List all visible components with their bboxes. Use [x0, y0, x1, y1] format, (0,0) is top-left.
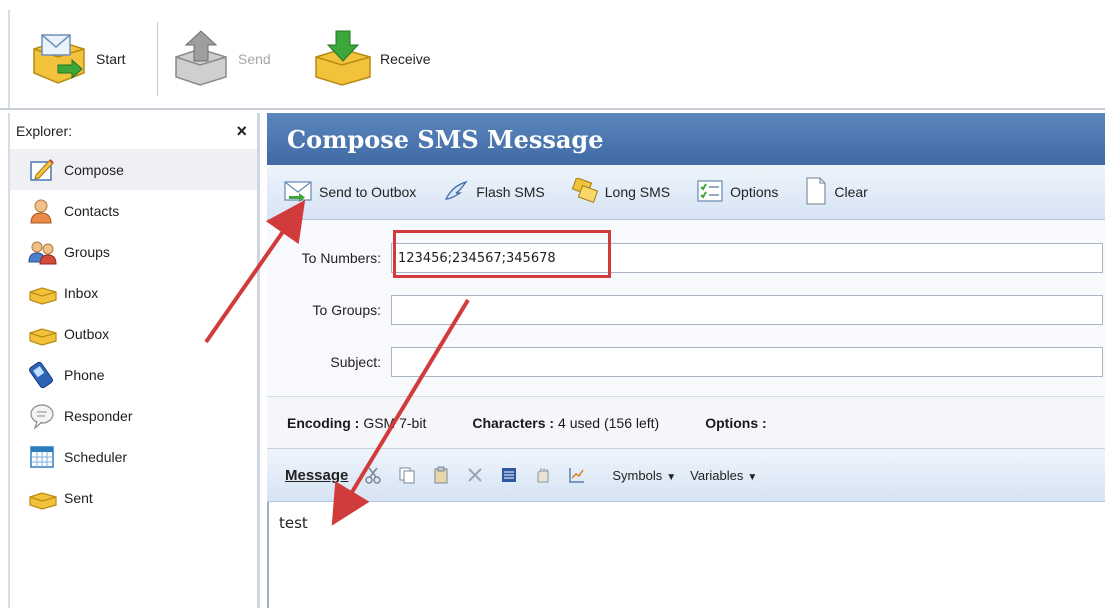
sidebar-item-label: Outbox: [64, 325, 110, 342]
symbols-label: Symbols: [612, 467, 663, 483]
variables-menu[interactable]: Variables ▼: [690, 468, 757, 483]
delete-x-icon[interactable]: [462, 464, 488, 486]
start-button[interactable]: Start: [28, 18, 126, 100]
main-toolbar: Start Send Receive: [0, 0, 1105, 110]
sidebar-item-label: Scheduler: [64, 448, 128, 465]
subject-label: Subject:: [330, 354, 381, 370]
encoding-status-bar: Encoding : GSM 7-bit Characters : 4 used…: [267, 396, 1105, 448]
sidebar-item-scheduler[interactable]: Scheduler: [10, 436, 257, 477]
sidebar-item-label: Phone: [64, 366, 105, 383]
long-sms-label: Long SMS: [604, 184, 671, 200]
close-icon[interactable]: ×: [236, 121, 247, 142]
encoding-value: GSM 7-bit: [363, 414, 427, 431]
send-to-outbox-button[interactable]: Send to Outbox: [283, 178, 416, 207]
characters-key: Characters :: [472, 414, 555, 431]
explorer-panel: Explorer: × Compose Contacts Groups Inbo…: [8, 113, 260, 608]
cut-scissors-icon[interactable]: [360, 464, 386, 486]
send-label: Send: [238, 51, 271, 67]
sidebar-item-label: Contacts: [64, 202, 120, 219]
send-button[interactable]: Send: [170, 18, 271, 100]
send-to-outbox-icon: [283, 178, 313, 207]
explorer-header: Explorer: ×: [10, 113, 257, 149]
undo-hand-icon[interactable]: [530, 464, 556, 486]
sidebar-item-sent[interactable]: Sent: [10, 477, 257, 518]
start-label: Start: [96, 51, 126, 67]
calendar-icon: [28, 442, 64, 472]
phone-icon: [28, 360, 64, 390]
options-button[interactable]: Options: [696, 179, 778, 206]
to-groups-input[interactable]: [391, 295, 1103, 325]
sidebar-item-compose[interactable]: Compose: [10, 149, 257, 190]
clear-label: Clear: [834, 184, 868, 200]
contact-person-icon: [28, 196, 64, 226]
symbols-menu[interactable]: Symbols ▼: [612, 468, 676, 483]
subject-input[interactable]: [391, 347, 1103, 377]
to-numbers-label: To Numbers:: [301, 250, 381, 266]
outbox-tray-icon: [28, 319, 64, 349]
send-to-outbox-label: Send to Outbox: [319, 184, 417, 200]
chevron-down-icon: ▼: [666, 471, 677, 483]
speech-bubble-icon: [28, 401, 64, 431]
message-label: Message: [285, 466, 349, 484]
long-sms-button[interactable]: Long SMS: [571, 176, 671, 207]
options-key: Options :: [705, 414, 767, 431]
encoding-key: Encoding :: [287, 414, 360, 431]
group-people-icon: [28, 237, 64, 267]
chevron-down-icon: ▼: [747, 471, 758, 483]
inbox-tray-icon: [28, 278, 64, 308]
subject-row: Subject:: [267, 336, 1105, 388]
variables-label: Variables: [690, 467, 744, 483]
select-all-icon[interactable]: [496, 464, 522, 486]
copy-icon[interactable]: [394, 464, 420, 486]
message-body-textarea[interactable]: test: [267, 502, 1105, 608]
receive-button[interactable]: Receive: [312, 18, 431, 100]
compose-panel: Compose SMS Message Send to Outbox Flash…: [267, 113, 1105, 608]
clear-button[interactable]: Clear: [804, 176, 868, 209]
sidebar-item-label: Responder: [64, 407, 133, 424]
options-checklist-icon: [696, 179, 724, 206]
sidebar-item-contacts[interactable]: Contacts: [10, 190, 257, 231]
to-groups-label: To Groups:: [312, 302, 381, 318]
receive-download-icon: [312, 27, 374, 92]
to-numbers-input[interactable]: [391, 243, 1103, 273]
window-edge: [8, 10, 10, 110]
to-groups-row: To Groups:: [267, 284, 1105, 336]
sent-tray-icon: [28, 483, 64, 513]
options-label: Options: [730, 184, 779, 200]
receive-label: Receive: [380, 51, 431, 67]
sidebar-item-outbox[interactable]: Outbox: [10, 313, 257, 354]
sidebar-item-inbox[interactable]: Inbox: [10, 272, 257, 313]
sidebar-item-label: Sent: [64, 489, 93, 506]
compose-icon: [28, 155, 64, 185]
sidebar-item-groups[interactable]: Groups: [10, 231, 257, 272]
blank-page-icon: [804, 176, 828, 209]
to-numbers-row: To Numbers:: [267, 232, 1105, 284]
sidebar-item-label: Groups: [64, 243, 110, 260]
flash-sms-label: Flash SMS: [476, 184, 545, 200]
compose-action-bar: Send to Outbox Flash SMS Long SMS Option…: [267, 165, 1105, 220]
toolbar-divider: [0, 108, 1105, 110]
sidebar-item-label: Inbox: [64, 284, 99, 301]
send-upload-icon: [170, 27, 232, 92]
page-title: Compose SMS Message: [287, 124, 604, 154]
long-sms-icon: [571, 176, 599, 207]
message-toolbar: Message Symbols ▼ Variables ▼: [267, 448, 1105, 502]
explorer-title: Explorer:: [16, 123, 73, 139]
sidebar-item-phone[interactable]: Phone: [10, 354, 257, 395]
flash-sms-button[interactable]: Flash SMS: [442, 179, 545, 206]
toolbar-separator: [157, 22, 158, 96]
compose-title-bar: Compose SMS Message: [267, 113, 1105, 165]
sidebar-item-responder[interactable]: Responder: [10, 395, 257, 436]
recipient-fields: To Numbers: To Groups: Subject:: [267, 220, 1105, 396]
paste-clipboard-icon[interactable]: [428, 464, 454, 486]
flash-sms-icon: [442, 179, 470, 206]
start-icon: [28, 27, 90, 92]
chart-icon[interactable]: [564, 464, 590, 486]
sidebar-item-label: Compose: [64, 161, 124, 178]
characters-value: 4 used (156 left): [558, 414, 660, 431]
